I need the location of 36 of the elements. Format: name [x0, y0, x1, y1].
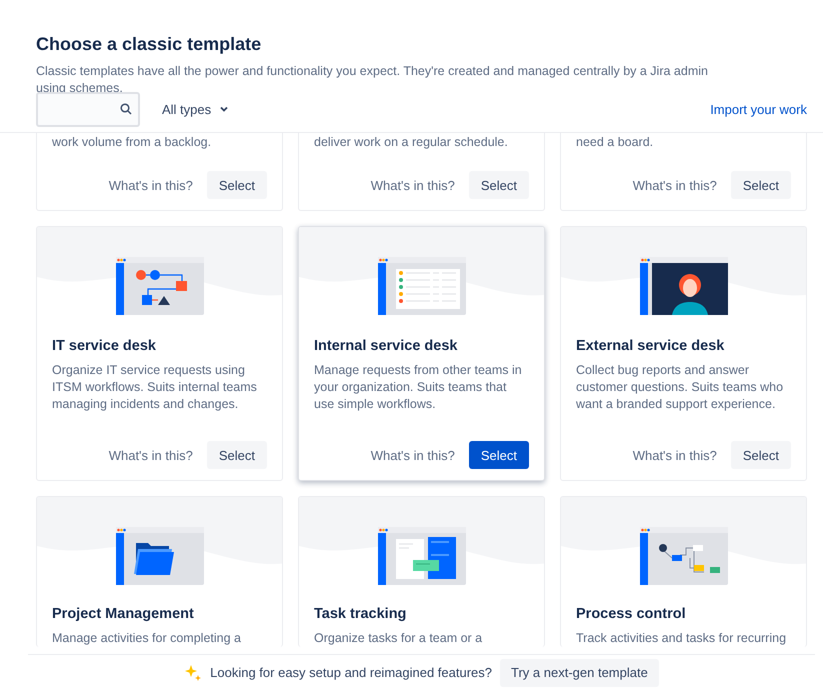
template-description: Collect bug reports and answer customer questions. Suits teams who want a branded support experience. [576, 362, 784, 413]
select-button[interactable]: Select [730, 171, 791, 199]
page-title: Choose a classic template [36, 33, 262, 55]
next-gen-template-button[interactable]: Try a next-gen template [500, 658, 659, 686]
template-title: Internal service desk [314, 337, 458, 355]
whats-in-this-button[interactable]: What's in this? [628, 174, 721, 196]
search-field[interactable] [36, 92, 140, 126]
template-title: Process control [576, 605, 687, 623]
import-link[interactable]: Import your work [710, 102, 807, 116]
search-icon [120, 103, 132, 115]
chevron-down-icon [219, 104, 230, 114]
template-description: deliver work on a regular schedule. [314, 134, 509, 151]
type-filter-dropdown[interactable]: All types [158, 98, 234, 120]
whats-in-this-button[interactable]: What's in this? [104, 444, 197, 466]
template-description: Organize tasks for a team or a [314, 630, 484, 647]
template-description: work volume from a backlog. [52, 134, 212, 151]
sparkle-icon [184, 664, 202, 682]
whats-in-this-button[interactable]: What's in this? [366, 444, 459, 466]
select-button[interactable]: Select [206, 441, 267, 469]
select-button[interactable]: Select [468, 171, 529, 199]
template-description: Manage activities for completing a [52, 630, 242, 647]
template-title: IT service desk [52, 337, 157, 355]
select-button[interactable]: Select [468, 441, 529, 469]
template-description: need a board. [576, 134, 654, 151]
template-description: Track activities and tasks for recurring [576, 630, 788, 647]
whats-in-this-button[interactable]: What's in this? [366, 174, 459, 196]
select-button[interactable]: Select [206, 171, 267, 199]
template-description: Manage requests from other teams in your organization. Suits teams that use simple workflows. [314, 362, 523, 413]
template-title: External service desk [576, 337, 726, 355]
template-title: Project Management [52, 605, 195, 623]
template-title: Task tracking [314, 605, 408, 623]
footer-text: Looking for easy setup and reimagined features? [210, 665, 492, 680]
whats-in-this-button[interactable]: What's in this? [104, 174, 197, 196]
template-description: Organize IT service requests using ITSM workflows. Suits internal teams managing incidents and changes. [52, 362, 258, 413]
select-button[interactable]: Select [730, 441, 791, 469]
whats-in-this-button[interactable]: What's in this? [628, 444, 721, 466]
